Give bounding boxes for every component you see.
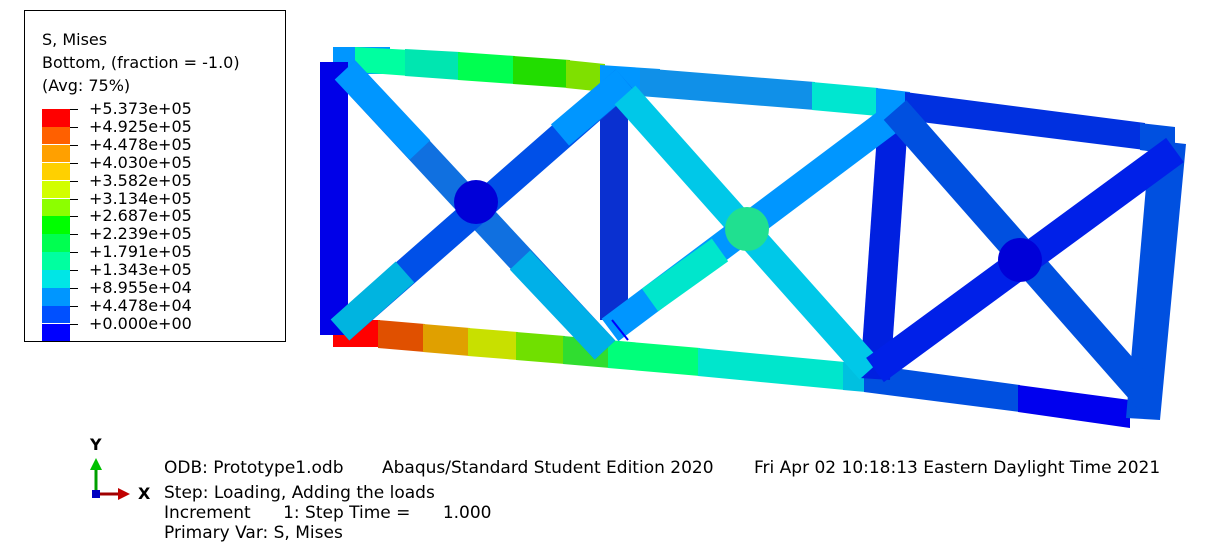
bottom-chord-seg: [608, 340, 700, 376]
info-increment: Increment 1: Step Time = 1.000: [164, 503, 492, 523]
y-axis-label: Y: [90, 435, 102, 454]
bottom-chord-seg: [516, 332, 565, 364]
top-chord-seg: [513, 56, 570, 88]
crossing-node: [454, 180, 498, 224]
info-odb: ODB: Prototype1.odb: [164, 458, 344, 478]
crossing-node: [998, 238, 1042, 282]
diagonal-member: [334, 60, 431, 160]
top-chord-seg: [812, 82, 878, 116]
vertical-member: [320, 62, 348, 335]
vertical-member: [600, 95, 628, 320]
info-edition: Abaqus/Standard Student Edition 2020: [382, 458, 714, 478]
bottom-chord-seg: [423, 324, 470, 356]
coordinate-triad: Y X: [80, 432, 160, 512]
bottom-chord-seg: [1018, 385, 1130, 428]
crossing-node: [725, 207, 769, 251]
top-chord-seg: [640, 68, 815, 110]
top-chord-seg: [405, 49, 460, 80]
info-date: Fri Apr 02 10:18:13 Eastern Daylight Tim…: [754, 458, 1161, 478]
info-primary-var: Primary Var: S, Mises: [164, 523, 343, 543]
info-step: Step: Loading, Adding the loads: [164, 483, 435, 503]
bottom-chord-seg: [698, 348, 845, 390]
bottom-chord-seg: [378, 320, 425, 352]
bottom-chord-seg: [468, 328, 518, 360]
x-axis-label: X: [138, 484, 151, 503]
top-chord-seg: [458, 52, 515, 84]
